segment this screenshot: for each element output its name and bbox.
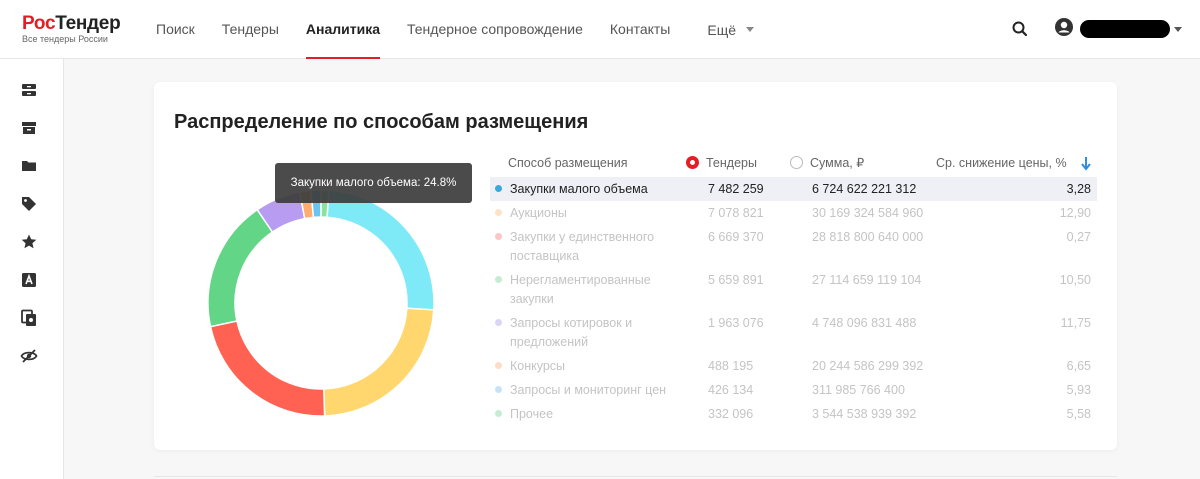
card-title: Распределение по способам размещения (174, 111, 589, 133)
row-sum: 4 748 096 831 488 (812, 315, 917, 330)
legend-dot (495, 386, 502, 393)
table-row[interactable]: Нерегламентированные закупки 5 659 891 27 … (490, 268, 1097, 311)
table-row[interactable]: Аукционы 7 078 821 30 169 324 584 960 12,90 (490, 201, 1097, 225)
row-sum: 27 114 659 119 104 (812, 272, 922, 287)
table-row[interactable]: Закупки у единственного поставщика 6 669 … (490, 225, 1097, 268)
table-row[interactable]: Конкурсы 488 195 20 244 586 299 392 6,65 (490, 354, 1097, 378)
row-method: Прочее (510, 406, 554, 421)
folder-icon[interactable] (20, 157, 38, 175)
chart-tooltip: Закупки малого объема: 24.8% (275, 163, 472, 203)
donut-slice[interactable] (326, 189, 435, 311)
divider (154, 476, 1117, 477)
row-method: Нерегламентированные закупки (510, 272, 651, 306)
row-price-drop: 12,90 (1059, 205, 1091, 220)
row-sum: 30 169 324 584 960 (812, 205, 924, 220)
user-icon (1054, 17, 1074, 42)
row-price-drop: 10,50 (1059, 272, 1091, 287)
legend-dot (495, 276, 502, 283)
donut-slice[interactable] (322, 307, 435, 417)
table-row[interactable]: Прочее 332 096 3 544 538 939 392 5,58 (490, 402, 1097, 426)
logo-subtitle: Все тендеры России (22, 34, 108, 44)
main-nav: Поиск Тендеры Аналитика Тендерное сопров… (156, 0, 781, 59)
row-tenders: 7 482 259 (708, 181, 764, 196)
row-method: Конкурсы (510, 358, 566, 373)
legend-dot (495, 209, 502, 216)
search-icon[interactable] (1010, 19, 1030, 39)
row-method: Закупки у единственного поставщика (510, 229, 655, 263)
legend-dot (495, 410, 502, 417)
column-method: Способ размещения (508, 156, 628, 170)
row-tenders: 7 078 821 (708, 205, 764, 220)
sidebar (0, 59, 64, 479)
radio-tenders[interactable] (686, 156, 699, 169)
row-sum: 3 544 538 939 392 (812, 406, 917, 421)
row-price-drop: 3,28 (1066, 181, 1091, 196)
row-sum: 6 724 622 221 312 (812, 181, 917, 196)
eye-off-icon[interactable] (20, 347, 38, 365)
row-tenders: 5 659 891 (708, 272, 764, 287)
nav-more-label: Ещё (707, 21, 737, 38)
table-row[interactable]: Закупки малого объема 7 482 259 6 724 622 … (490, 177, 1097, 201)
donut-chart (207, 189, 435, 417)
row-tenders: 332 096 (708, 406, 754, 421)
row-sum: 28 818 800 640 000 (812, 229, 924, 244)
logo-part1: Рос (22, 13, 56, 34)
star-icon[interactable] (20, 233, 38, 251)
row-price-drop: 6,65 (1066, 358, 1091, 373)
donut-slice[interactable] (209, 320, 326, 417)
row-sum: 20 244 586 299 392 (812, 358, 924, 373)
radio-sum[interactable] (790, 156, 803, 169)
row-method: Аукционы (510, 205, 567, 220)
row-method: Запросы и мониторинг цен (510, 382, 667, 397)
row-method: Запросы котировок и предложений (510, 315, 633, 349)
nav-contacts[interactable]: Контакты (610, 0, 670, 59)
nav-analytics[interactable]: Аналитика (305, 0, 381, 59)
row-tenders: 426 134 (708, 382, 754, 397)
legend-dot (495, 319, 502, 326)
archive-box-icon[interactable] (20, 81, 38, 99)
legend-dot (495, 233, 502, 240)
row-price-drop: 11,75 (1060, 315, 1091, 330)
row-method: Закупки малого объема (510, 181, 648, 196)
row-tenders: 6 669 370 (708, 229, 764, 244)
column-drop: Ср. снижение цены, % (936, 156, 1067, 170)
nav-tender-support[interactable]: Тендерное сопровождение (407, 0, 583, 59)
inbox-icon[interactable] (20, 119, 38, 137)
legend-dot (495, 362, 502, 369)
logo[interactable]: РосТендер Все тендеры России (22, 13, 121, 44)
column-sum[interactable]: Сумма, ₽ (790, 151, 864, 175)
tag-icon[interactable] (20, 195, 38, 213)
nav-search[interactable]: Поиск (156, 0, 195, 59)
column-sum-label: Сумма, ₽ (810, 156, 865, 170)
row-price-drop: 0,27 (1066, 229, 1091, 244)
column-tenders[interactable]: Тендеры (686, 151, 757, 175)
copy-icon[interactable] (20, 309, 38, 327)
chevron-down-icon (746, 27, 755, 32)
top-header: РосТендер Все тендеры России Поиск Тенде… (0, 0, 1200, 59)
donut-slice[interactable] (207, 208, 274, 328)
logo-part2: Тендер (55, 13, 121, 34)
column-tenders-label: Тендеры (706, 156, 757, 170)
font-a-icon[interactable] (20, 271, 38, 289)
legend-dot (495, 185, 502, 192)
row-tenders: 488 195 (708, 358, 754, 373)
table-row[interactable]: Запросы котировок и предложений 1 963 076… (490, 311, 1097, 354)
user-name-redacted (1080, 20, 1170, 38)
row-price-drop: 5,93 (1066, 382, 1091, 397)
row-sum: 311 985 766 400 (812, 382, 905, 397)
table-row[interactable]: Запросы и мониторинг цен 426 134 311 985 7… (490, 378, 1097, 402)
chevron-down-icon (1174, 26, 1182, 32)
user-menu[interactable] (1054, 17, 1182, 41)
nav-more[interactable]: Ещё (707, 0, 755, 59)
row-tenders: 1 963 076 (708, 315, 764, 330)
row-price-drop: 5,58 (1066, 406, 1091, 421)
sort-arrow-icon[interactable] (1080, 155, 1092, 171)
nav-tenders[interactable]: Тендеры (222, 0, 279, 59)
